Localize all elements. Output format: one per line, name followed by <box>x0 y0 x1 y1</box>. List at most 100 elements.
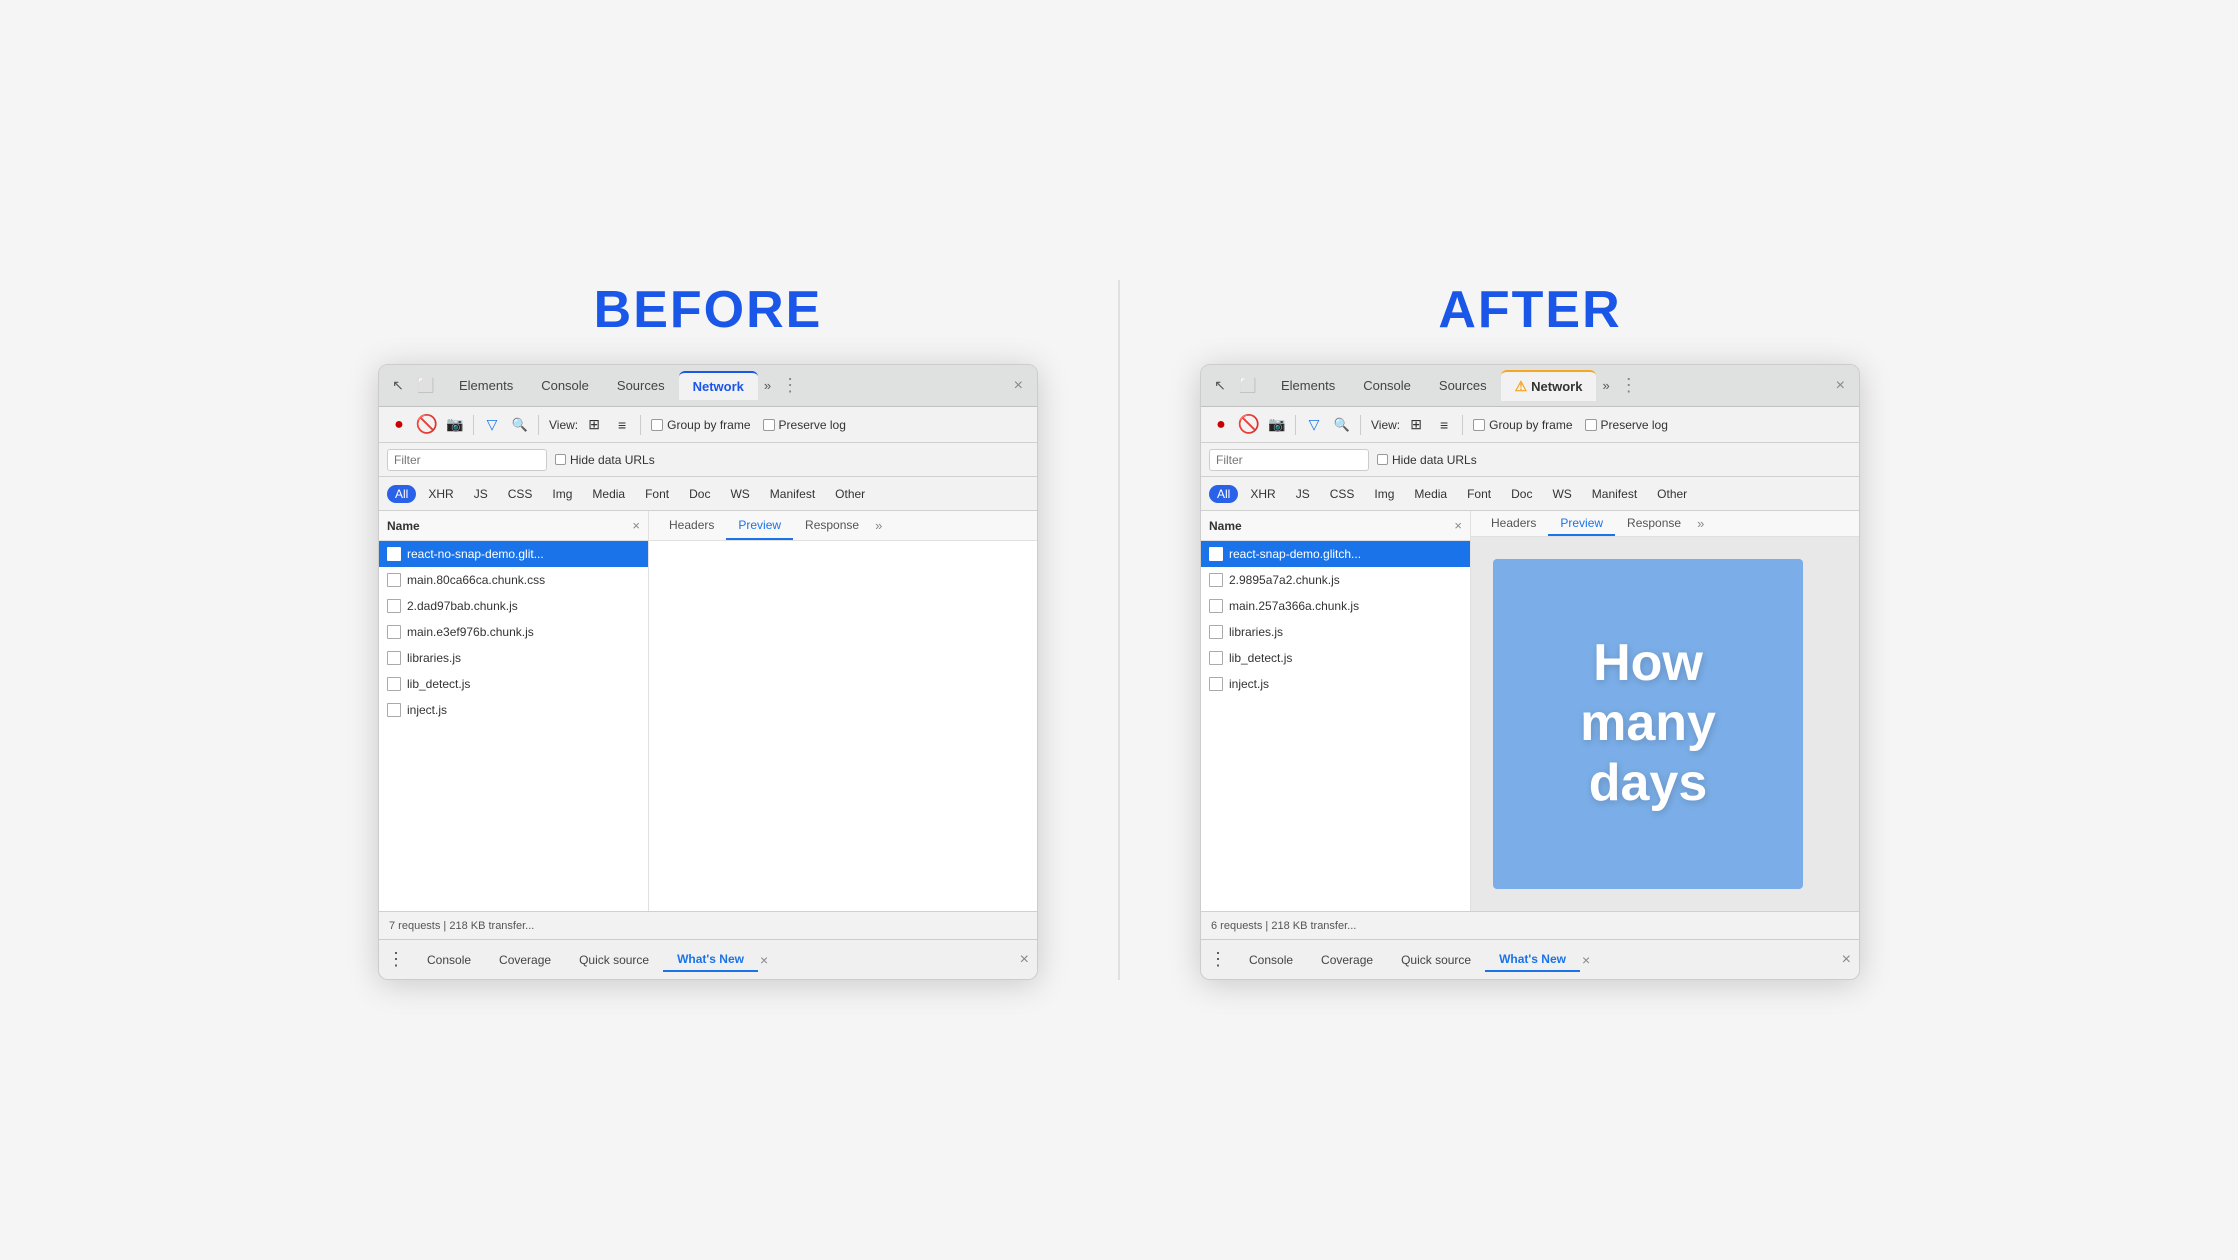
drawer-tab-console[interactable]: Console <box>1235 949 1307 971</box>
type-font[interactable]: Font <box>1459 485 1499 503</box>
type-xhr[interactable]: XHR <box>1242 485 1283 503</box>
grid-view-btn[interactable]: ⊞ <box>582 413 606 437</box>
detail-tab-headers[interactable]: Headers <box>1479 511 1548 536</box>
tab-console[interactable]: Console <box>527 372 603 399</box>
drawer-menu-btn[interactable]: ⋮ <box>387 949 405 970</box>
cursor-icon[interactable]: ↖ <box>387 375 409 397</box>
type-doc[interactable]: Doc <box>681 485 718 503</box>
detail-tab-headers[interactable]: Headers <box>657 511 726 540</box>
tab-sources[interactable]: Sources <box>603 372 679 399</box>
tab-close[interactable]: × <box>1830 377 1851 395</box>
type-all[interactable]: All <box>387 485 416 503</box>
group-by-frame-checkbox[interactable] <box>1473 419 1485 431</box>
panel-icon[interactable]: ⬜ <box>415 375 437 397</box>
drawer-end-close[interactable]: × <box>1842 951 1851 969</box>
type-js[interactable]: JS <box>466 485 496 503</box>
filter-input[interactable] <box>387 449 547 471</box>
file-item[interactable]: react-no-snap-demo.glit... <box>379 541 648 567</box>
type-font[interactable]: Font <box>637 485 677 503</box>
type-media[interactable]: Media <box>584 485 633 503</box>
drawer-tab-close[interactable]: × <box>1582 952 1590 968</box>
tab-more[interactable]: » <box>1596 378 1615 393</box>
filter-input[interactable] <box>1209 449 1369 471</box>
file-item[interactable]: react-snap-demo.glitch... <box>1201 541 1470 567</box>
file-item[interactable]: libraries.js <box>1201 619 1470 645</box>
detail-tab-response[interactable]: Response <box>793 511 871 540</box>
type-css[interactable]: CSS <box>1322 485 1363 503</box>
type-xhr[interactable]: XHR <box>420 485 461 503</box>
detail-tab-preview[interactable]: Preview <box>1548 511 1615 536</box>
type-all[interactable]: All <box>1209 485 1238 503</box>
type-manifest[interactable]: Manifest <box>762 485 823 503</box>
type-media[interactable]: Media <box>1406 485 1455 503</box>
drawer-tab-quick-source[interactable]: Quick source <box>565 949 663 971</box>
list-view-btn[interactable]: ≡ <box>1432 413 1456 437</box>
file-item[interactable]: inject.js <box>1201 671 1470 697</box>
file-item[interactable]: 2.dad97bab.chunk.js <box>379 593 648 619</box>
type-doc[interactable]: Doc <box>1503 485 1540 503</box>
tab-options[interactable]: ⋮ <box>781 375 799 396</box>
tab-network[interactable]: Network <box>679 371 758 400</box>
tab-console[interactable]: Console <box>1349 372 1425 399</box>
drawer-tab-whats-new[interactable]: What's New <box>1485 948 1580 972</box>
tab-more[interactable]: » <box>758 378 777 393</box>
detail-tab-more[interactable]: » <box>875 518 882 533</box>
record-button[interactable]: ● <box>387 413 411 437</box>
type-other[interactable]: Other <box>1649 485 1695 503</box>
filter-button[interactable]: ▽ <box>1302 413 1326 437</box>
record-button[interactable]: ● <box>1209 413 1233 437</box>
drawer-tab-whats-new[interactable]: What's New <box>663 948 758 972</box>
drawer-end-close[interactable]: × <box>1020 951 1029 969</box>
type-ws[interactable]: WS <box>1544 485 1579 503</box>
type-manifest[interactable]: Manifest <box>1584 485 1645 503</box>
tab-network[interactable]: ⚠Network <box>1501 370 1597 401</box>
tab-close[interactable]: × <box>1008 377 1029 395</box>
type-ws[interactable]: WS <box>722 485 757 503</box>
type-other[interactable]: Other <box>827 485 873 503</box>
group-by-frame-checkbox[interactable] <box>651 419 663 431</box>
file-item[interactable]: inject.js <box>379 697 648 723</box>
tab-elements[interactable]: Elements <box>445 372 527 399</box>
camera-button[interactable]: 📷 <box>443 413 467 437</box>
drawer-tab-coverage[interactable]: Coverage <box>485 949 565 971</box>
file-item[interactable]: main.e3ef976b.chunk.js <box>379 619 648 645</box>
before-file-list-header: Name × <box>379 511 648 541</box>
search-button[interactable]: 🔍 <box>508 413 532 437</box>
type-js[interactable]: JS <box>1288 485 1318 503</box>
file-item[interactable]: 2.9895a7a2.chunk.js <box>1201 567 1470 593</box>
search-button[interactable]: 🔍 <box>1330 413 1354 437</box>
type-img[interactable]: Img <box>1366 485 1402 503</box>
file-item[interactable]: main.257a366a.chunk.js <box>1201 593 1470 619</box>
name-column-close[interactable]: × <box>632 518 640 533</box>
tab-sources[interactable]: Sources <box>1425 372 1501 399</box>
file-item[interactable]: lib_detect.js <box>1201 645 1470 671</box>
drawer-tab-close[interactable]: × <box>760 952 768 968</box>
file-item[interactable]: lib_detect.js <box>379 671 648 697</box>
cursor-icon[interactable]: ↖ <box>1209 375 1231 397</box>
camera-button[interactable]: 📷 <box>1265 413 1289 437</box>
stop-button[interactable]: 🚫 <box>415 413 439 437</box>
drawer-tab-console[interactable]: Console <box>413 949 485 971</box>
preserve-log-checkbox[interactable] <box>763 419 775 431</box>
tab-options[interactable]: ⋮ <box>1620 375 1638 396</box>
hide-data-urls-checkbox[interactable] <box>555 454 566 465</box>
drawer-menu-btn[interactable]: ⋮ <box>1209 949 1227 970</box>
hide-data-urls-checkbox[interactable] <box>1377 454 1388 465</box>
file-item[interactable]: libraries.js <box>379 645 648 671</box>
tab-elements[interactable]: Elements <box>1267 372 1349 399</box>
type-img[interactable]: Img <box>544 485 580 503</box>
file-item[interactable]: main.80ca66ca.chunk.css <box>379 567 648 593</box>
preserve-log-checkbox[interactable] <box>1585 419 1597 431</box>
stop-button[interactable]: 🚫 <box>1237 413 1261 437</box>
detail-tab-more[interactable]: » <box>1697 516 1704 531</box>
panel-icon[interactable]: ⬜ <box>1237 375 1259 397</box>
list-view-btn[interactable]: ≡ <box>610 413 634 437</box>
name-column-close[interactable]: × <box>1454 518 1462 533</box>
grid-view-btn[interactable]: ⊞ <box>1404 413 1428 437</box>
drawer-tab-coverage[interactable]: Coverage <box>1307 949 1387 971</box>
drawer-tab-quick-source[interactable]: Quick source <box>1387 949 1485 971</box>
detail-tab-preview[interactable]: Preview <box>726 511 793 540</box>
detail-tab-response[interactable]: Response <box>1615 511 1693 536</box>
type-css[interactable]: CSS <box>500 485 541 503</box>
filter-button[interactable]: ▽ <box>480 413 504 437</box>
